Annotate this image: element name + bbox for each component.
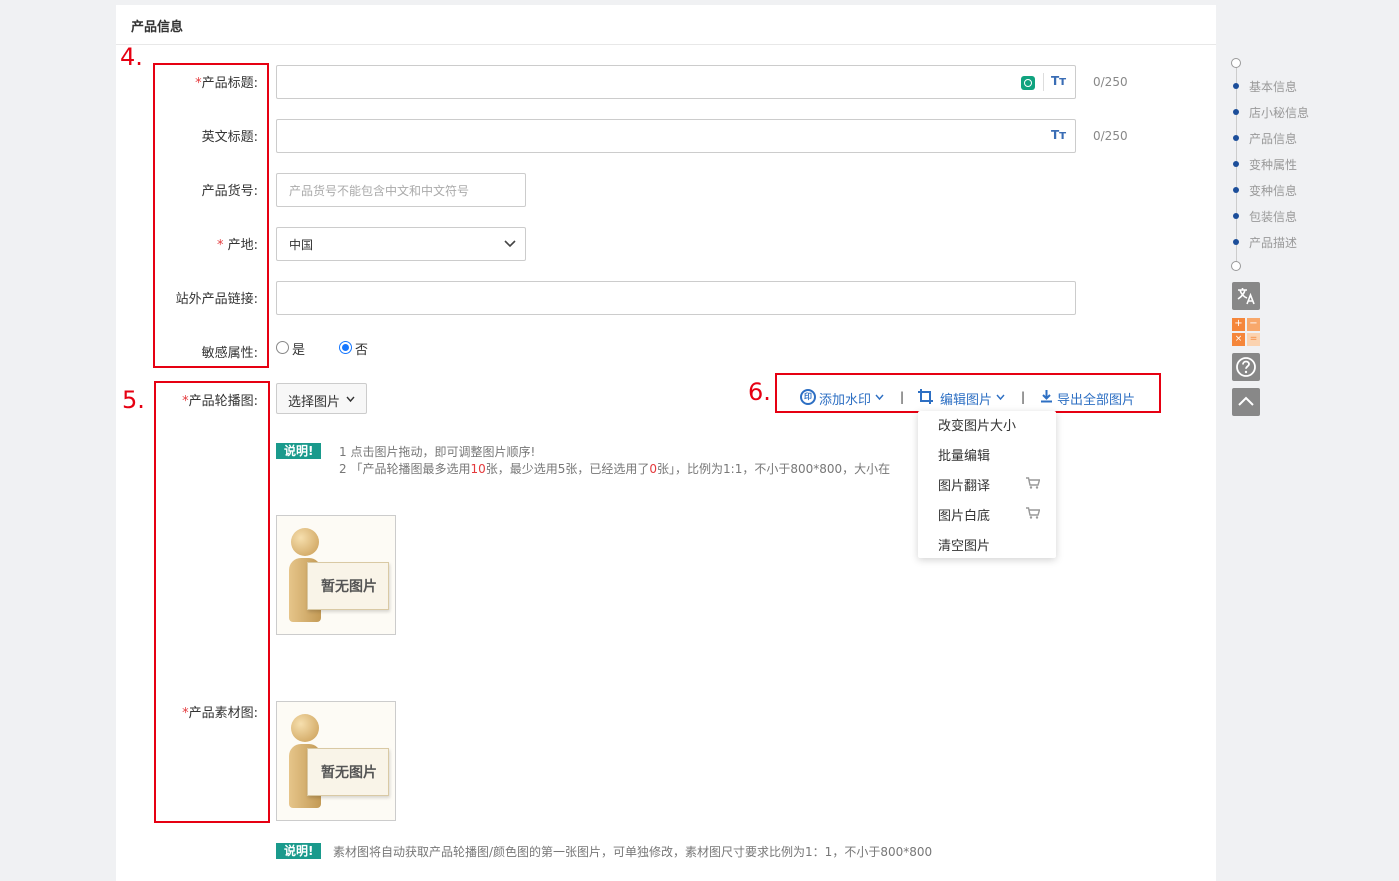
side-nav-item-shop-info[interactable]: 店小秘信息 — [1249, 104, 1309, 121]
side-nav-dot — [1233, 135, 1239, 141]
material-placeholder-image[interactable]: 暂无图片 — [276, 701, 396, 821]
annotation-box-4 — [153, 63, 269, 368]
card-header: 产品信息 — [116, 5, 1216, 45]
translate-icon[interactable] — [1232, 282, 1260, 310]
export-all-images-button[interactable]: 导出全部图片 — [1057, 389, 1135, 408]
menu-item-white-background[interactable]: 图片白底 — [938, 505, 990, 524]
text-format-icon[interactable]: Tт — [1051, 128, 1066, 142]
material-note: 素材图将自动获取产品轮播图/颜色图的第一张图片，可单独修改，素材图尺寸要求比例为… — [333, 845, 933, 859]
english-title-input[interactable]: Tт — [276, 119, 1076, 153]
text-format-icon[interactable]: Tт — [1051, 74, 1066, 88]
note-tag: 说明! — [276, 443, 322, 459]
side-nav-item-basic-info[interactable]: 基本信息 — [1249, 78, 1297, 95]
chatgpt-icon[interactable] — [1021, 76, 1035, 90]
side-nav-item-variant-attrs[interactable]: 变种属性 — [1249, 156, 1297, 173]
annotation-box-5 — [154, 381, 270, 823]
external-link-input[interactable] — [276, 281, 1076, 315]
carousel-note-line2: 2 「产品轮播图最多选用10张，最少选用5张，已经选用了0张」，比例为1:1，不… — [339, 462, 891, 476]
side-nav-dot — [1233, 239, 1239, 245]
product-title-label: *产品标题: — [195, 76, 258, 91]
chevron-down-icon — [996, 394, 1005, 401]
english-title-counter: 0/250 — [1093, 129, 1128, 143]
cart-icon — [1026, 507, 1040, 519]
carousel-placeholder-image[interactable]: 暂无图片 — [276, 515, 396, 635]
chevron-down-icon — [875, 394, 884, 401]
side-nav-dot — [1233, 213, 1239, 219]
side-nav-dot — [1233, 161, 1239, 167]
toolbar-separator: | — [900, 390, 905, 404]
menu-item-resize[interactable]: 改变图片大小 — [938, 415, 1016, 434]
add-watermark-button[interactable]: 添加水印 — [819, 389, 871, 408]
select-image-button[interactable]: 选择图片 — [276, 383, 367, 414]
material-label: *产品素材图: — [182, 706, 258, 721]
product-sku-label: 产品货号: — [201, 184, 258, 199]
watermark-icon: 印 — [800, 389, 816, 405]
side-nav-item-product-info[interactable]: 产品信息 — [1249, 130, 1297, 147]
product-title-counter: 0/250 — [1093, 75, 1128, 89]
side-nav-start — [1231, 58, 1241, 68]
carousel-note-line1: 1 点击图片拖动，即可调整图片顺序! — [339, 445, 536, 459]
side-nav-dot — [1233, 109, 1239, 115]
chevron-up-icon[interactable] — [1232, 388, 1260, 416]
sensitive-no-radio[interactable] — [339, 341, 352, 354]
help-icon[interactable] — [1232, 353, 1260, 381]
sensitive-no-label[interactable]: 否 — [355, 339, 368, 358]
menu-item-image-translate[interactable]: 图片翻译 — [938, 475, 990, 494]
sensitive-yes-radio[interactable] — [276, 341, 289, 354]
origin-label: * 产地: — [216, 238, 258, 253]
origin-select[interactable]: 中国 — [276, 227, 526, 261]
english-title-label: 英文标题: — [201, 130, 258, 145]
sensitive-yes-label[interactable]: 是 — [292, 339, 305, 358]
menu-item-batch-edit[interactable]: 批量编辑 — [938, 445, 990, 464]
carousel-label: *产品轮播图: — [182, 394, 258, 409]
crop-icon — [918, 389, 933, 404]
section-title: 产品信息 — [131, 20, 184, 35]
side-nav-item-description[interactable]: 产品描述 — [1249, 234, 1297, 251]
product-sku-input[interactable]: 产品货号不能包含中文和中文符号 — [276, 173, 526, 207]
chevron-down-icon — [504, 240, 516, 248]
annotation-label-4: 4. — [120, 43, 143, 71]
side-nav-item-variant-info[interactable]: 变种信息 — [1249, 182, 1297, 199]
external-link-label: 站外产品链接: — [175, 292, 258, 307]
cart-icon — [1026, 477, 1040, 489]
side-nav-item-package-info[interactable]: 包装信息 — [1249, 208, 1297, 225]
product-title-input[interactable]: Tт — [276, 65, 1076, 99]
side-nav-dot — [1233, 187, 1239, 193]
edit-image-button[interactable]: 编辑图片 — [940, 389, 992, 408]
sensitive-label: 敏感属性: — [201, 346, 258, 361]
note-tag: 说明! — [276, 843, 322, 859]
edit-image-dropdown: 改变图片大小 批量编辑 图片翻译 图片白底 清空图片 — [918, 411, 1056, 558]
menu-item-clear-images[interactable]: 清空图片 — [938, 535, 990, 554]
side-nav-dot — [1233, 83, 1239, 89]
side-nav-end — [1231, 261, 1241, 271]
chevron-down-icon — [346, 396, 355, 403]
annotation-label-6: 6. — [748, 378, 771, 406]
toolbar-separator: | — [1021, 390, 1026, 404]
calculator-icon[interactable]: + − × = — [1232, 318, 1260, 346]
download-icon — [1041, 390, 1052, 403]
